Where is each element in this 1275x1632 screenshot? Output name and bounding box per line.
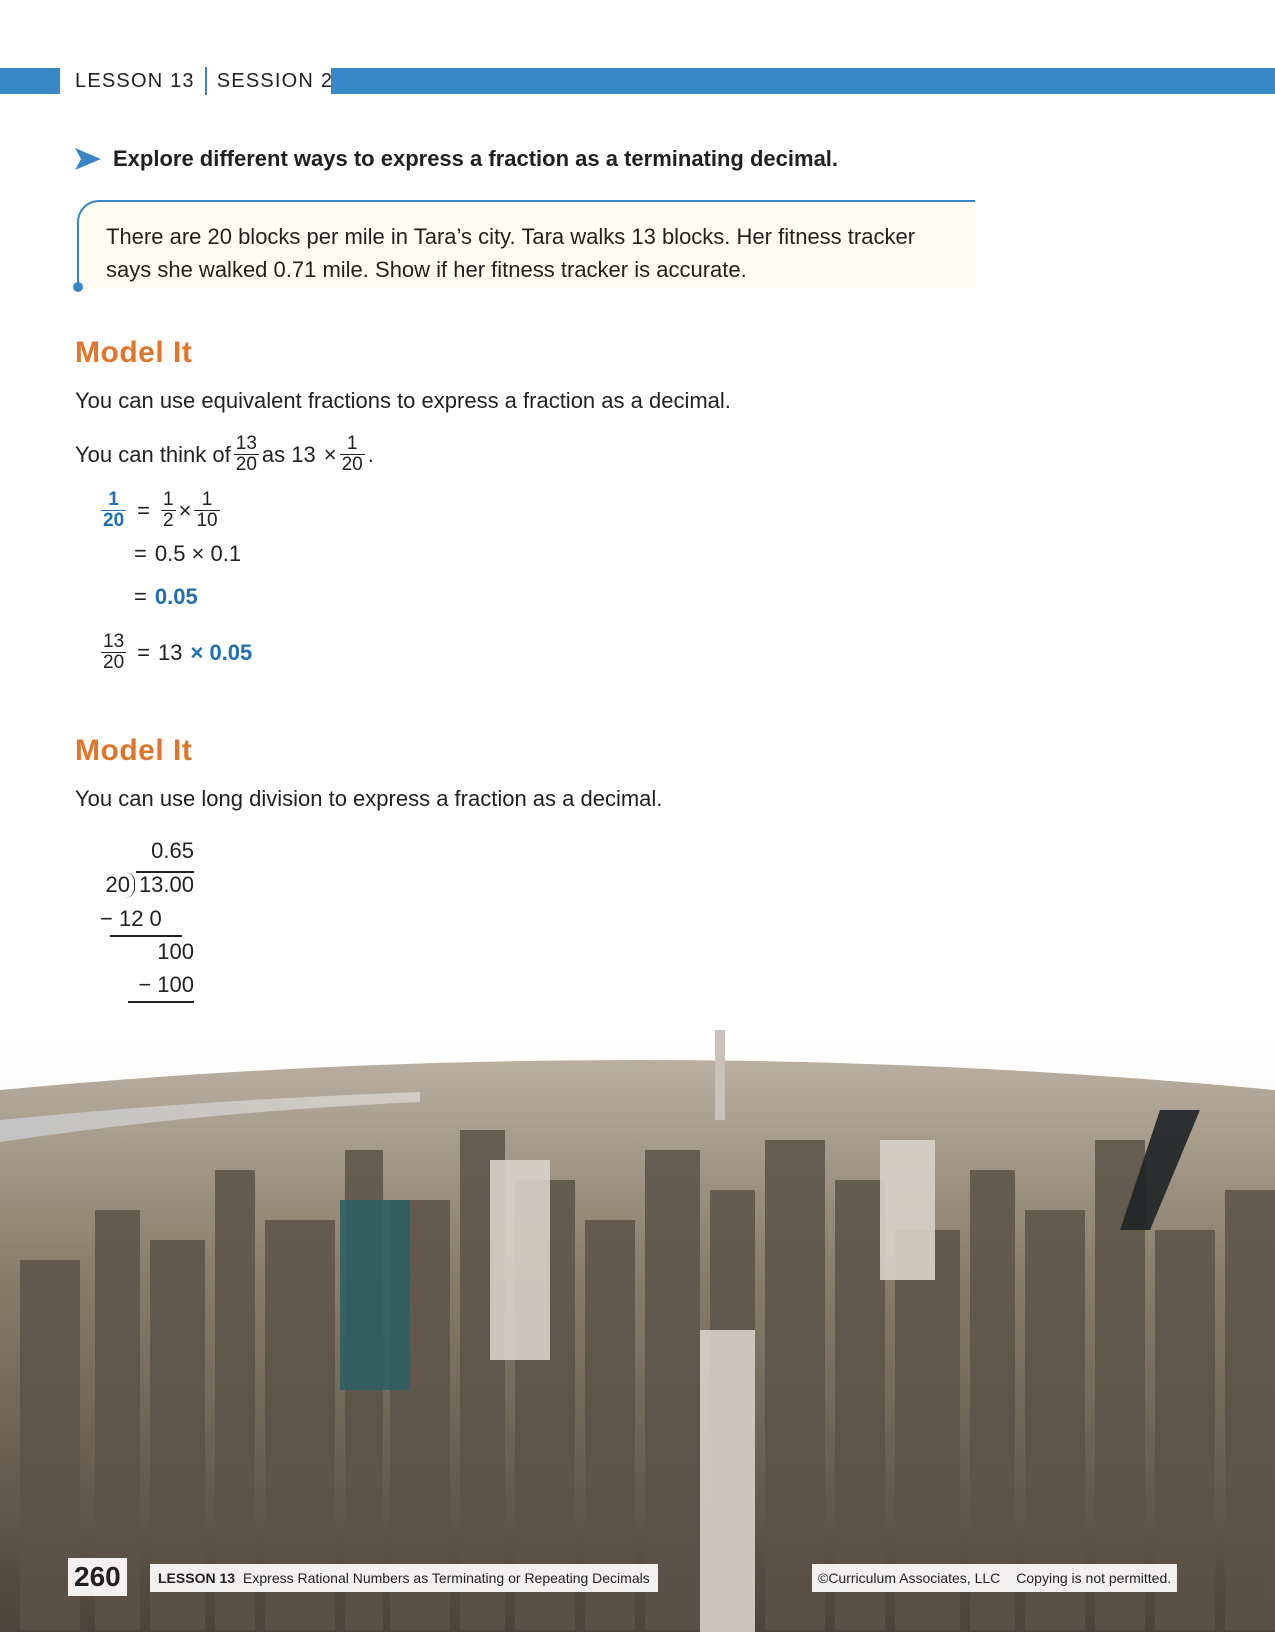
model-it-heading-1: Model It [75,336,193,369]
copying-notice: Copying is not permitted. [1016,1570,1172,1586]
think-of-line: You can think of 13 20 as 13 × 1 20 . [75,434,374,475]
page-number: 260 [68,1558,127,1596]
header-bar-right [331,68,1275,94]
equals-sign: = [134,584,147,609]
lesson-label: LESSON 13 [75,69,195,92]
equals-sign: = [134,541,147,566]
fraction-1-10: 1 10 [194,489,220,531]
final-times-result: × 0.05 [190,639,253,665]
times-sign: × [178,497,192,523]
explore-text: Explore different ways to express a frac… [113,146,839,171]
footer-copyright: ©Curriculum Associates, LLC Copying is n… [812,1564,1178,1592]
remainder-1: 100 [157,939,194,964]
division-bracket [125,872,135,898]
think-mid: as 13 [261,441,316,467]
equals-sign: = [137,497,150,523]
equation-line-4: 13 20 = 13 × 0.05 [98,632,252,673]
copyright-text: ©Curriculum Associates, LLC [818,1570,1001,1586]
fraction-1-2: 1 2 [161,489,176,531]
equation-line-1: 1 20 = 1 2 × 1 10 [98,490,223,531]
session-label: SESSION 2 [216,69,334,92]
model-1-intro: You can use equivalent fractions to expr… [75,388,731,413]
equals-sign: = [137,639,150,665]
final-13: 13 [158,639,183,665]
lesson-session-label: LESSON 13 SESSION 2 [75,67,334,95]
header-bar-left [0,68,60,94]
quotient: 0.65 [151,838,194,863]
fraction-13-20: 13 20 [233,433,259,475]
subtraction-1: − 12 0 [100,906,162,931]
times-sign: × [323,441,337,467]
dividend: 13.00 [138,872,194,897]
problem-line-2: says she walked 0.71 mile. Show if her f… [106,257,747,282]
arrow-right-icon [75,148,101,170]
problem-box-dot [73,282,83,292]
equation-line-2: = 0.5 × 0.1 [134,541,241,567]
period: . [367,441,374,467]
city-aerial-photo [0,1030,1275,1632]
footer-lesson-title: LESSON 13 Express Rational Numbers as Te… [150,1564,658,1592]
model-2-intro: You can use long division to express a f… [75,786,663,811]
fraction-1-20-blue: 1 20 [101,489,127,531]
fraction-13-20: 13 20 [101,631,127,673]
problem-line-1: There are 20 blocks per mile in Tara’s c… [106,224,916,249]
subtraction-line-1 [110,935,182,937]
subtraction-line-2 [128,1001,194,1003]
subtraction-2: − 100 [138,972,194,997]
footer-lesson-text: Express Rational Numbers as Terminating … [243,1570,650,1586]
step-2-expression: 0.5 × 0.1 [154,541,242,566]
model-it-heading-2: Model It [75,734,193,767]
footer-lesson-label: LESSON 13 [158,1570,236,1586]
think-prefix: You can think of [75,441,231,467]
explore-prompt: Explore different ways to express a frac… [75,146,838,172]
fraction-1-20: 1 20 [339,433,365,475]
step-3-result: 0.05 [154,584,198,609]
header-separator [204,67,207,95]
equation-line-3: = 0.05 [134,584,198,610]
problem-text: There are 20 blocks per mile in Tara’s c… [106,220,976,286]
